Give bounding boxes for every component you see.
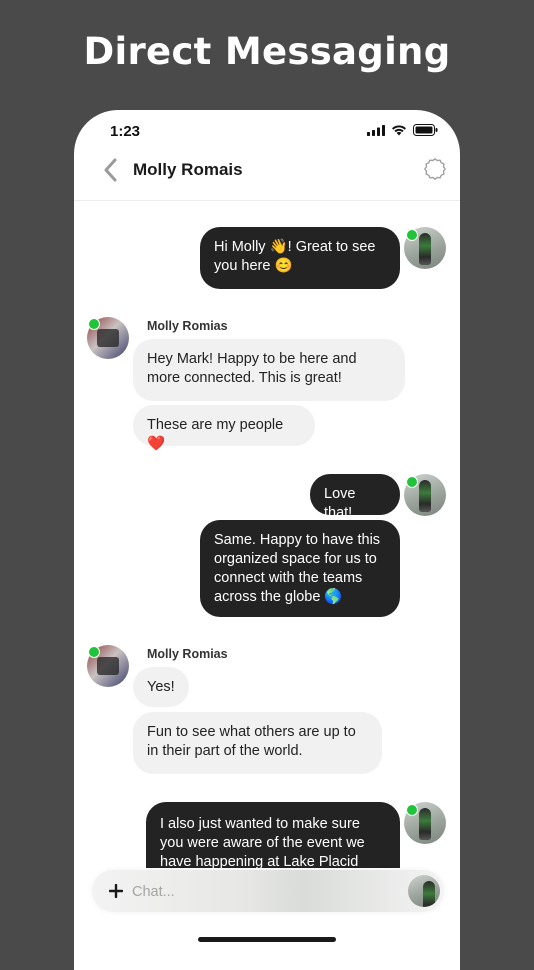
page-headline: Direct Messaging bbox=[83, 30, 451, 73]
back-button[interactable] bbox=[98, 156, 122, 184]
status-time: 1:23 bbox=[110, 123, 141, 140]
online-status-dot bbox=[406, 804, 418, 816]
back-chevron-icon bbox=[104, 158, 117, 182]
battery-icon bbox=[413, 124, 438, 136]
settings-gear-icon bbox=[424, 158, 446, 180]
chat-input[interactable] bbox=[130, 878, 404, 906]
wifi-icon bbox=[392, 125, 406, 136]
message-bubble-outgoing[interactable]: Love that! bbox=[310, 474, 400, 521]
plus-icon bbox=[108, 883, 124, 899]
message-bubble-incoming[interactable]: These are my people ❤️ bbox=[133, 405, 315, 452]
message-bubble-incoming[interactable]: Hey Mark! Happy to be here and more conn… bbox=[133, 339, 405, 401]
conversation-title: Molly Romais bbox=[133, 160, 243, 179]
add-attachment-button[interactable] bbox=[106, 879, 126, 903]
status-icons bbox=[367, 124, 438, 136]
message-bubble-outgoing[interactable]: Same. Happy to have this organized space… bbox=[200, 520, 400, 617]
message-bubble-incoming[interactable]: Yes! bbox=[133, 667, 189, 707]
sender-name: Molly Romias bbox=[147, 319, 228, 333]
signal-icon bbox=[367, 124, 385, 136]
online-status-dot bbox=[406, 476, 418, 488]
online-status-dot bbox=[88, 646, 100, 658]
message-bubble-outgoing[interactable]: Hi Molly 👋! Great to see you here 😊 bbox=[200, 227, 400, 289]
online-status-dot bbox=[406, 229, 418, 241]
phone-screen: 1:23 Molly Romais Hi Molly 👋! Great to s… bbox=[74, 110, 460, 970]
status-bar: 1:23 bbox=[74, 110, 460, 150]
home-indicator bbox=[198, 937, 336, 942]
message-bubble-incoming[interactable]: Fun to see what others are up to in thei… bbox=[133, 712, 382, 774]
sender-name: Molly Romias bbox=[147, 647, 228, 661]
my-avatar[interactable] bbox=[408, 875, 440, 907]
chat-composer bbox=[92, 870, 444, 912]
online-status-dot bbox=[88, 318, 100, 330]
conversation-header: Molly Romais bbox=[74, 150, 460, 201]
conversation-settings-button[interactable] bbox=[422, 156, 448, 182]
